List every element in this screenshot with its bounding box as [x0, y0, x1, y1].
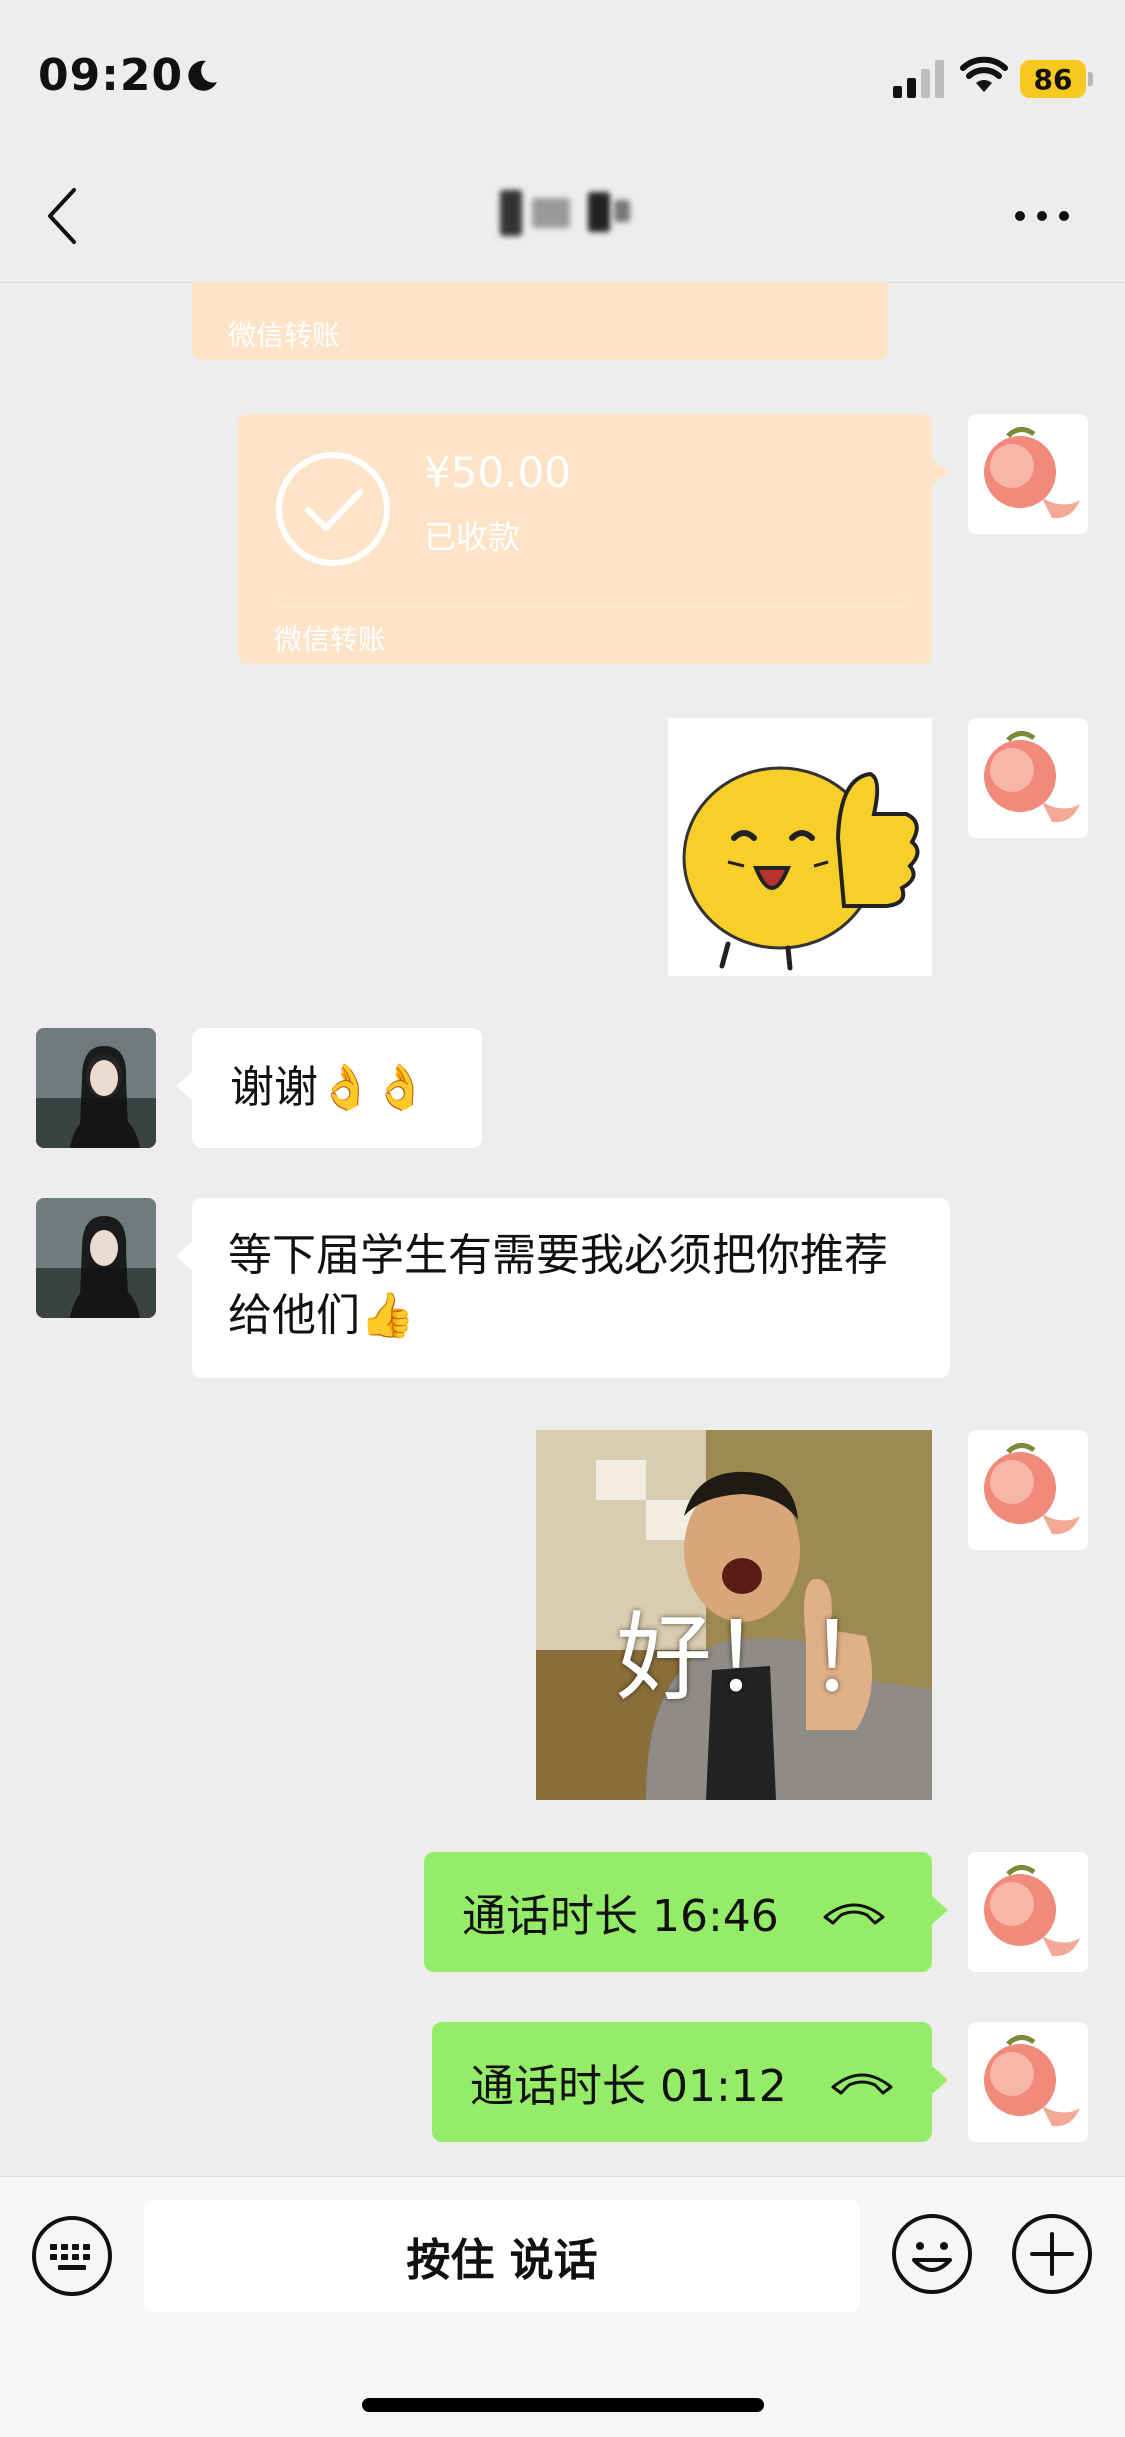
- wifi-icon: [960, 56, 1008, 92]
- blob-thumbs-up-sticker: [682, 766, 920, 971]
- my-avatar[interactable]: [968, 2022, 1088, 2142]
- call-record-1[interactable]: 通话时长 16:46: [424, 1852, 932, 1972]
- call-bubble-tail: [932, 2066, 948, 2094]
- transfer-card[interactable]: ¥50.00 已收款 微信转账: [238, 414, 932, 664]
- back-icon[interactable]: [44, 186, 84, 246]
- sticker-meme-thumbs-up[interactable]: 好！！: [536, 1430, 932, 1800]
- peach-avatar-image: [968, 1430, 1088, 1550]
- transfer-divider: [274, 606, 904, 607]
- my-avatar[interactable]: [968, 414, 1088, 534]
- hangup-phone-icon: [823, 1903, 885, 1925]
- transfer-bubble-tail: [932, 458, 948, 486]
- call-record-2[interactable]: 通话时长 01:12: [432, 2022, 932, 2142]
- peach-avatar-image: [968, 718, 1088, 838]
- battery-indicator: 86: [1020, 60, 1086, 98]
- emoji-icon[interactable]: [890, 2212, 974, 2296]
- transfer-footer-label: 微信转账: [274, 623, 387, 656]
- keyboard-icon[interactable]: [30, 2214, 114, 2298]
- home-indicator: [362, 2398, 764, 2412]
- my-avatar[interactable]: [968, 718, 1088, 838]
- peer-avatar-image: [36, 1028, 156, 1148]
- peach-avatar-image: [968, 2022, 1088, 2142]
- check-circle-icon: [276, 452, 390, 566]
- more-icon[interactable]: [1012, 208, 1072, 224]
- transfer-footer-label: 微信转账: [228, 319, 341, 352]
- peer-avatar-image: [36, 1198, 156, 1318]
- call-duration-text: 通话时长 16:46: [462, 1891, 779, 1942]
- status-time: 09:20: [38, 50, 184, 101]
- chat-title-redacted: [496, 188, 636, 240]
- peer-message-recommend[interactable]: 等下届学生有需要我必须把你推荐给他们👍: [192, 1198, 950, 1378]
- peer-avatar[interactable]: [36, 1028, 156, 1148]
- my-avatar[interactable]: [968, 1430, 1088, 1550]
- call-duration-text: 通话时长 01:12: [470, 2061, 787, 2112]
- peer-message-thanks[interactable]: 谢谢👌👌: [192, 1028, 482, 1148]
- battery-cap: [1088, 72, 1093, 86]
- call-bubble-tail: [932, 1896, 948, 1924]
- signal-icon: [893, 60, 944, 98]
- peach-avatar-image: [968, 414, 1088, 534]
- peer-message-text: 等下届学生有需要我必须把你推荐给他们👍: [228, 1230, 888, 1341]
- peer-bubble-tail: [176, 1242, 192, 1270]
- transfer-card-partial[interactable]: 微信转账: [192, 282, 888, 360]
- moon-icon: [188, 60, 217, 91]
- peer-bubble-tail: [176, 1072, 192, 1100]
- plus-icon[interactable]: [1010, 2212, 1094, 2296]
- peer-message-text: 谢谢👌👌: [230, 1062, 428, 1113]
- hold-to-talk-button[interactable]: 按住 说话: [144, 2200, 860, 2312]
- peach-avatar-image: [968, 1852, 1088, 1972]
- peer-avatar[interactable]: [36, 1198, 156, 1318]
- my-avatar[interactable]: [968, 1852, 1088, 1972]
- transfer-amount: ¥50.00: [424, 448, 571, 497]
- transfer-status: 已收款: [424, 518, 521, 556]
- hangup-phone-icon: [831, 2073, 893, 2095]
- meme-caption: 好！！: [616, 1602, 904, 1714]
- sticker-thumbs-up[interactable]: [668, 718, 932, 976]
